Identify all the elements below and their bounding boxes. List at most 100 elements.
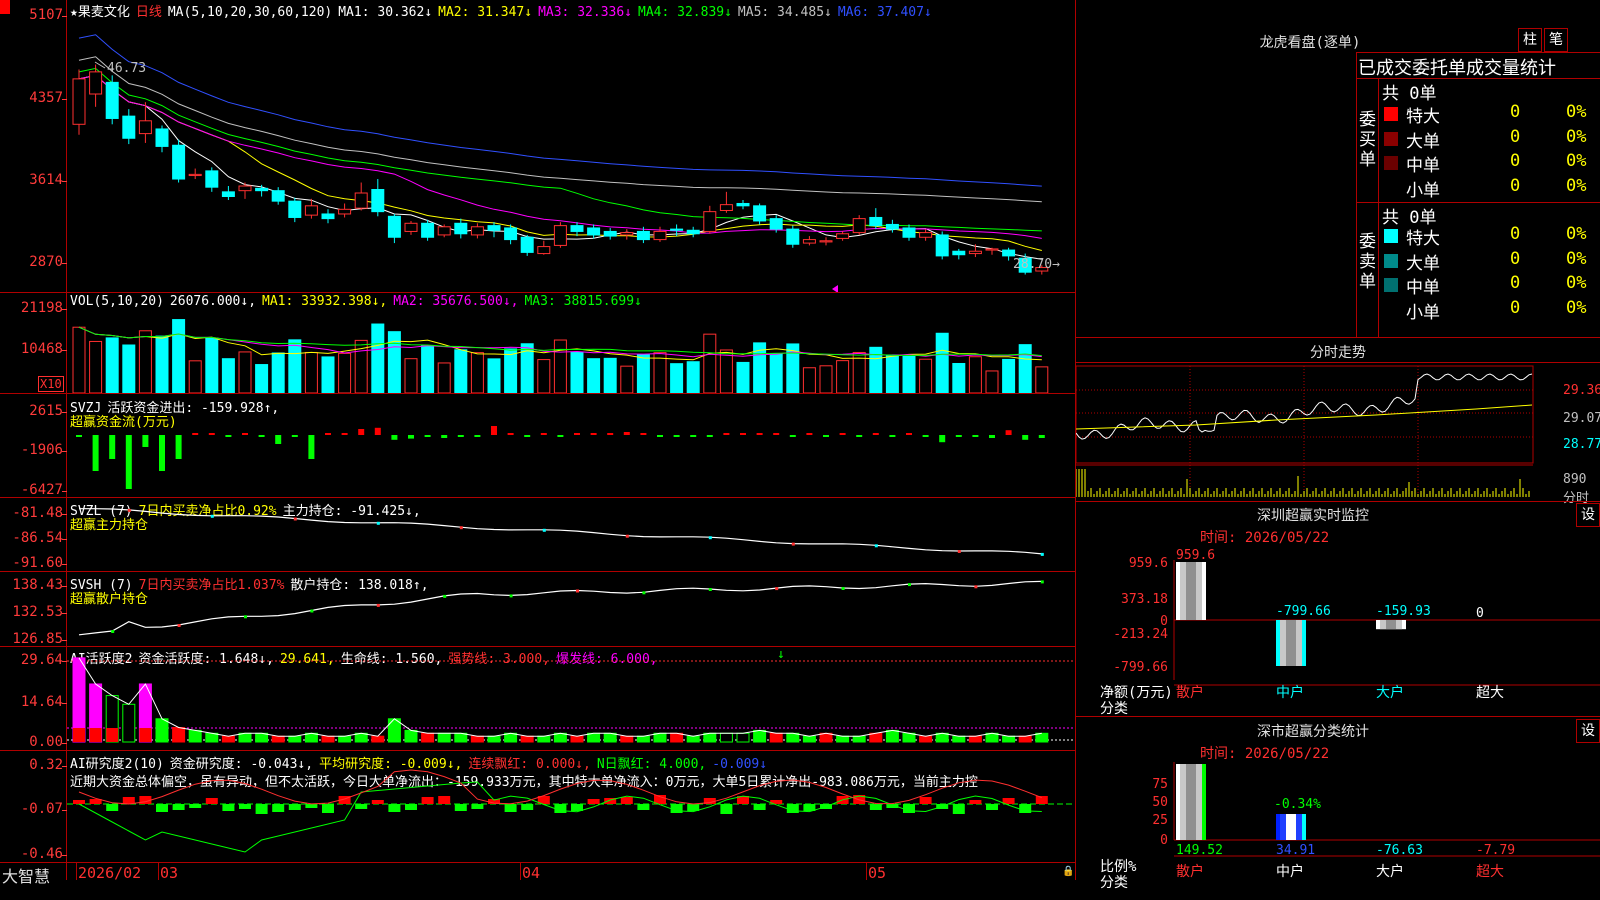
activity-bar[interactable] bbox=[587, 732, 601, 743]
activity-bar[interactable] bbox=[968, 735, 982, 743]
candle-body[interactable] bbox=[620, 232, 634, 236]
volume-bar[interactable] bbox=[703, 333, 717, 393]
research-bar[interactable] bbox=[919, 797, 932, 804]
candle-body[interactable] bbox=[935, 234, 949, 257]
fund-flow-bar[interactable] bbox=[839, 433, 846, 435]
fund-flow-bar[interactable] bbox=[906, 433, 912, 435]
candle-body[interactable] bbox=[72, 78, 86, 125]
fund-flow-bar[interactable] bbox=[441, 435, 448, 438]
fund-flow-bar[interactable] bbox=[574, 433, 580, 435]
fund-flow-bar[interactable] bbox=[673, 435, 680, 437]
research-bar[interactable] bbox=[438, 796, 451, 804]
volume-bar[interactable] bbox=[553, 339, 567, 393]
research-bar[interactable] bbox=[205, 798, 218, 804]
volume-bar[interactable] bbox=[769, 353, 783, 393]
volume-bar[interactable] bbox=[487, 358, 501, 393]
candle-body[interactable] bbox=[321, 213, 335, 220]
candle-body[interactable] bbox=[487, 225, 501, 231]
volume-bar[interactable] bbox=[155, 335, 169, 393]
volume-bar[interactable] bbox=[620, 365, 634, 393]
volume-bar[interactable] bbox=[105, 337, 119, 393]
volume-bar[interactable] bbox=[437, 362, 451, 393]
fund-flow-bar[interactable] bbox=[391, 435, 398, 440]
research-bar[interactable] bbox=[405, 804, 417, 810]
research-bar[interactable] bbox=[222, 804, 235, 811]
candle-body[interactable] bbox=[902, 227, 916, 238]
fund-flow-bar[interactable] bbox=[806, 433, 813, 435]
research-bar[interactable] bbox=[521, 804, 534, 810]
candle-body[interactable] bbox=[670, 228, 684, 231]
research-bar[interactable] bbox=[156, 804, 168, 812]
classification-bar-chart[interactable]: 75 50 25 0 149.52 散户 34.91 中户 -76.63 大户 -7.79 超大 -0.… bbox=[1076, 762, 1600, 900]
realtime-bar[interactable] bbox=[1276, 620, 1306, 666]
activity-bar[interactable] bbox=[935, 732, 949, 743]
candle-body[interactable] bbox=[753, 205, 767, 222]
classification-settings-button[interactable]: 设 bbox=[1576, 719, 1600, 743]
volume-bar[interactable] bbox=[371, 323, 385, 393]
candle-body[interactable] bbox=[437, 226, 451, 236]
volume-bar[interactable] bbox=[338, 352, 352, 393]
fund-flow-bar[interactable] bbox=[872, 433, 879, 435]
activity-bar[interactable] bbox=[1035, 732, 1049, 743]
research-bar[interactable] bbox=[288, 804, 301, 810]
candle-body[interactable] bbox=[105, 81, 119, 119]
fund-flow-bar[interactable] bbox=[889, 435, 896, 437]
fund-flow-bar[interactable] bbox=[640, 433, 647, 435]
activity-bar[interactable] bbox=[819, 732, 833, 743]
activity-bar[interactable] bbox=[553, 732, 567, 743]
candle-body[interactable] bbox=[537, 246, 551, 255]
volume-bar[interactable] bbox=[1018, 344, 1032, 393]
candlestick-chart[interactable]: 46.73 28.70→ bbox=[67, 14, 1075, 292]
activity-bar[interactable] bbox=[570, 735, 584, 743]
research-bar[interactable] bbox=[106, 804, 119, 811]
volume-bar[interactable] bbox=[587, 358, 601, 393]
volume-bar[interactable] bbox=[686, 361, 700, 393]
classification-bar[interactable] bbox=[1176, 764, 1206, 840]
activity-bar[interactable] bbox=[238, 732, 252, 743]
activity-bar[interactable] bbox=[753, 729, 767, 743]
candle-body[interactable] bbox=[138, 120, 152, 135]
activity-bar[interactable] bbox=[454, 732, 468, 743]
candle-body[interactable] bbox=[1002, 249, 1016, 257]
realtime-settings-button[interactable]: 设 bbox=[1576, 503, 1600, 527]
research-bar[interactable] bbox=[786, 804, 799, 813]
fund-flow-bar[interactable] bbox=[358, 429, 365, 435]
fund-flow-bar[interactable] bbox=[208, 433, 215, 435]
candle-body[interactable] bbox=[288, 200, 302, 218]
fund-flow-bar[interactable] bbox=[192, 433, 199, 435]
candle-body[interactable] bbox=[387, 215, 401, 238]
volume-bar[interactable] bbox=[935, 332, 949, 393]
activity-bar[interactable] bbox=[1002, 735, 1016, 743]
candle-body[interactable] bbox=[205, 170, 219, 188]
fund-flow-bar[interactable] bbox=[557, 435, 564, 437]
volume-bar[interactable] bbox=[288, 339, 302, 393]
candle-body[interactable] bbox=[172, 144, 186, 180]
research-bar[interactable] bbox=[1019, 804, 1032, 813]
candle-body[interactable] bbox=[238, 185, 252, 192]
activity-bar[interactable] bbox=[603, 732, 617, 743]
activity-bar[interactable] bbox=[769, 732, 783, 743]
fund-flow-bar[interactable] bbox=[540, 433, 547, 435]
research-bar[interactable] bbox=[571, 804, 583, 811]
fund-flow-bar[interactable] bbox=[341, 433, 348, 435]
activity-bar[interactable] bbox=[122, 703, 136, 743]
volume-bar[interactable] bbox=[122, 344, 136, 393]
candle-body[interactable] bbox=[354, 192, 368, 209]
candle-body[interactable] bbox=[836, 233, 850, 239]
fund-flow-bar[interactable] bbox=[159, 435, 165, 471]
candle-body[interactable] bbox=[371, 189, 385, 213]
activity-bar[interactable] bbox=[371, 735, 385, 743]
fund-flow-bar[interactable] bbox=[789, 435, 796, 437]
activity-bar[interactable] bbox=[437, 732, 451, 743]
activity-bar[interactable] bbox=[487, 735, 501, 743]
volume-bar[interactable] bbox=[902, 355, 916, 393]
candle-body[interactable] bbox=[587, 227, 601, 236]
fund-flow-bar[interactable] bbox=[474, 435, 481, 437]
activity-bar[interactable] bbox=[719, 732, 733, 743]
candle-body[interactable] bbox=[271, 190, 285, 202]
fund-flow-bar[interactable] bbox=[723, 433, 730, 435]
volume-bar[interactable] bbox=[172, 319, 186, 393]
candle-body[interactable] bbox=[952, 250, 966, 256]
fund-flow-bar[interactable] bbox=[690, 435, 697, 437]
fund-flow-bar[interactable] bbox=[989, 435, 995, 438]
